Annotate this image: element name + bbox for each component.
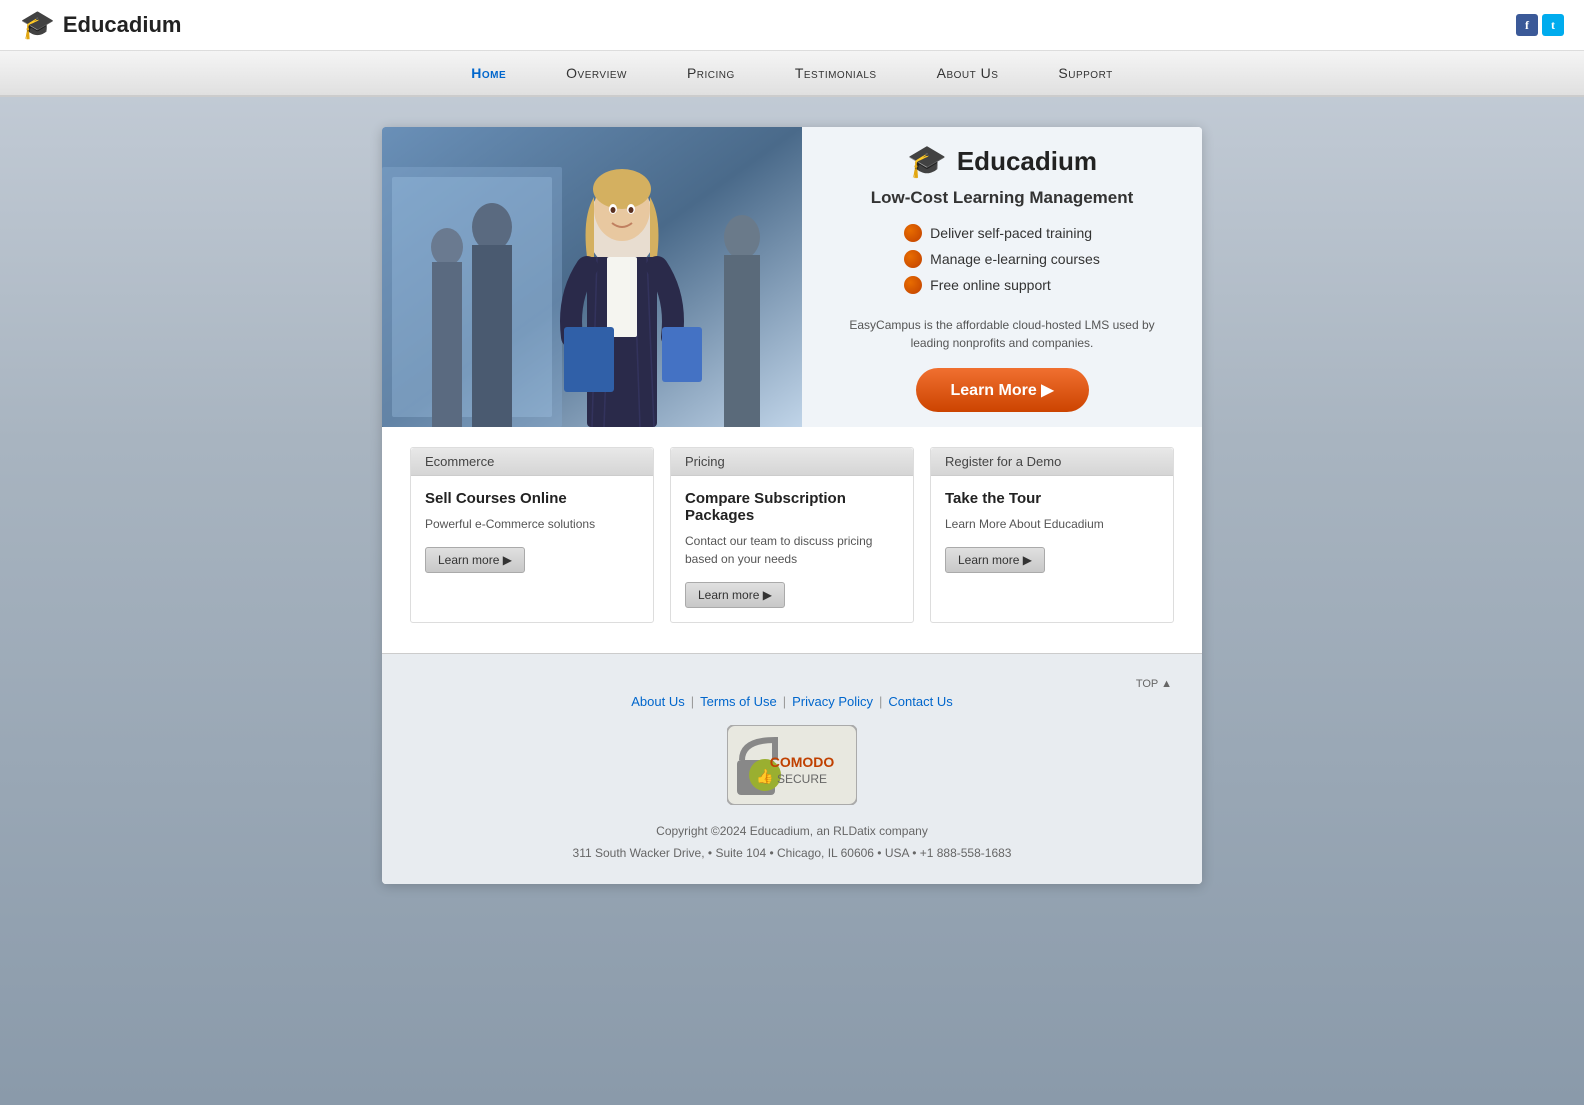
pricing-learn-more-button[interactable]: Learn more ▶ [685, 582, 785, 608]
footer-copyright: Copyright ©2024 Educadium, an RLDatix co… [402, 821, 1182, 864]
pricing-text: Contact our team to discuss pricing base… [685, 532, 899, 568]
hero-right: 🎓 Educadium Low-Cost Learning Management… [802, 127, 1202, 427]
nav-item-support[interactable]: Support [1028, 51, 1142, 95]
hero-brand: 🎓 Educadium [907, 142, 1097, 180]
nav-item-home[interactable]: Home [441, 51, 536, 95]
feature-1: Deliver self-paced training [904, 224, 1100, 242]
comodo-badge: 👍 COMODO SECURE [402, 725, 1182, 805]
nav-bar: Home Overview Pricing Testimonials About… [0, 51, 1584, 97]
hero-tagline: Low-Cost Learning Management [871, 188, 1134, 208]
bullet-icon-2 [904, 250, 922, 268]
pricing-title: Compare Subscription Packages [685, 490, 899, 524]
cards-section: Ecommerce Sell Courses Online Powerful e… [382, 427, 1202, 653]
svg-text:👍: 👍 [756, 768, 773, 785]
pricing-card-body: Compare Subscription Packages Contact ou… [671, 476, 913, 622]
top-link[interactable]: TOP ▲ [1136, 678, 1172, 690]
ecommerce-learn-more-button[interactable]: Learn more ▶ [425, 547, 525, 573]
footer-top: TOP ▲ [402, 674, 1182, 694]
hero-features: Deliver self-paced training Manage e-lea… [904, 224, 1100, 302]
logo-area: 🎓 Educadium [20, 8, 181, 42]
footer-about-link[interactable]: About Us [631, 694, 684, 709]
demo-learn-more-button[interactable]: Learn more ▶ [945, 547, 1045, 573]
social-icons: f t [1516, 14, 1564, 36]
footer-privacy-link[interactable]: Privacy Policy [792, 694, 873, 709]
header: 🎓 Educadium f t [0, 0, 1584, 51]
ecommerce-card-body: Sell Courses Online Powerful e-Commerce … [411, 476, 653, 587]
nav-item-pricing[interactable]: Pricing [657, 51, 765, 95]
footer-sep-1: | [691, 694, 694, 709]
footer-terms-link[interactable]: Terms of Use [700, 694, 777, 709]
footer-contact-link[interactable]: Contact Us [888, 694, 952, 709]
brand-icon: 🎓 [907, 142, 947, 180]
ecommerce-tab: Ecommerce [411, 448, 653, 476]
svg-text:COMODO: COMODO [770, 754, 835, 770]
twitter-button[interactable]: t [1542, 14, 1564, 36]
bullet-icon-1 [904, 224, 922, 242]
demo-card: Register for a Demo Take the Tour Learn … [930, 447, 1174, 623]
demo-card-body: Take the Tour Learn More About Educadium… [931, 476, 1173, 587]
svg-text:SECURE: SECURE [777, 772, 827, 786]
footer: TOP ▲ About Us | Terms of Use | Privacy … [382, 653, 1202, 884]
footer-sep-2: | [783, 694, 786, 709]
hero-description: EasyCampus is the affordable cloud-hoste… [832, 316, 1172, 352]
nav-item-testimonials[interactable]: Testimonials [765, 51, 907, 95]
demo-title: Take the Tour [945, 490, 1159, 507]
ecommerce-card: Ecommerce Sell Courses Online Powerful e… [410, 447, 654, 623]
logo-text: Educadium [63, 12, 182, 38]
feature-2: Manage e-learning courses [904, 250, 1100, 268]
bullet-icon-3 [904, 276, 922, 294]
pricing-card: Pricing Compare Subscription Packages Co… [670, 447, 914, 623]
facebook-button[interactable]: f [1516, 14, 1538, 36]
pricing-tab: Pricing [671, 448, 913, 476]
demo-tab: Register for a Demo [931, 448, 1173, 476]
nav-item-overview[interactable]: Overview [536, 51, 657, 95]
ecommerce-text: Powerful e-Commerce solutions [425, 515, 639, 533]
footer-links: About Us | Terms of Use | Privacy Policy… [402, 694, 1182, 709]
demo-text: Learn More About Educadium [945, 515, 1159, 533]
learn-more-button[interactable]: Learn More ▶ [916, 368, 1089, 412]
nav-inner: Home Overview Pricing Testimonials About… [441, 51, 1142, 95]
feature-3: Free online support [904, 276, 1100, 294]
ecommerce-title: Sell Courses Online [425, 490, 639, 507]
logo-icon: 🎓 [20, 8, 55, 42]
hero-image [382, 127, 802, 427]
nav-item-about[interactable]: About Us [907, 51, 1029, 95]
hero-section: 🎓 Educadium Low-Cost Learning Management… [382, 127, 1202, 427]
main-wrapper: 🎓 Educadium Low-Cost Learning Management… [382, 127, 1202, 884]
brand-name: Educadium [957, 146, 1097, 177]
footer-sep-3: | [879, 694, 882, 709]
